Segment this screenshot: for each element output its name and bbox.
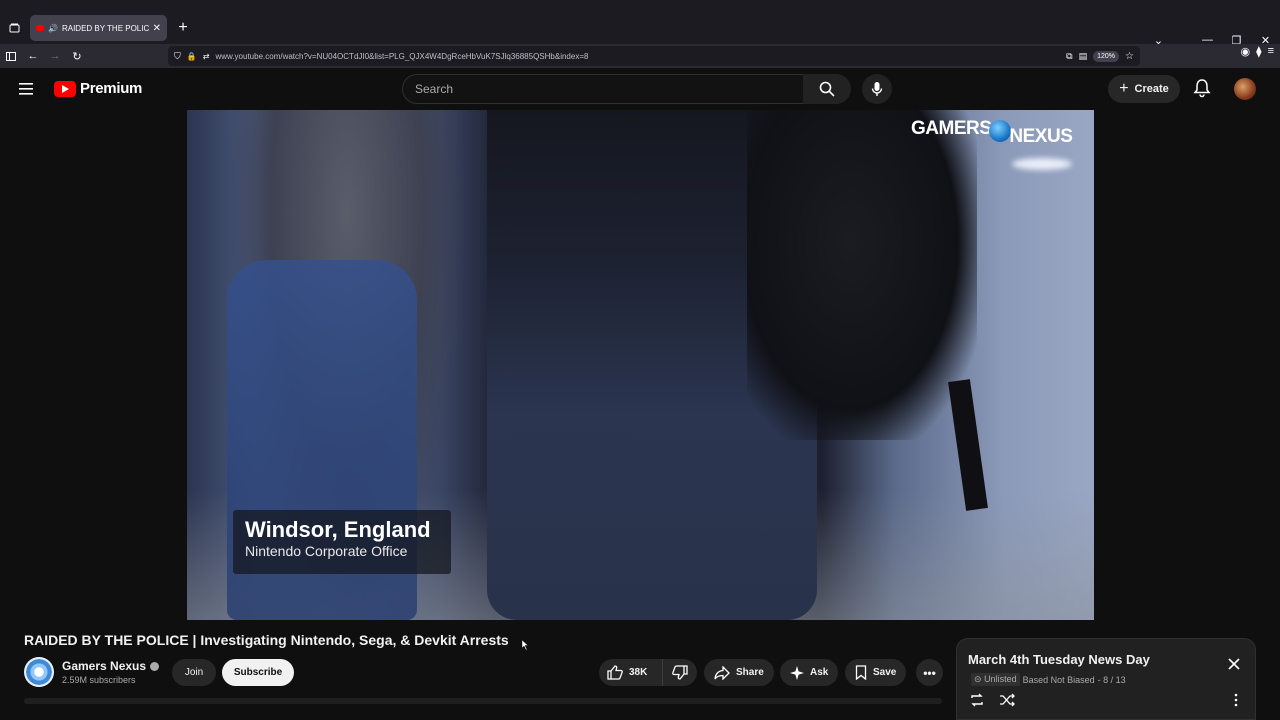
playlist-owner[interactable]: Based Not Biased [1023,675,1095,685]
location-title: Windsor, England [245,517,431,542]
user-avatar[interactable] [1234,78,1256,100]
thumbs-down-icon [672,665,688,680]
youtube-favicon-icon [36,25,44,31]
window-top-strip [0,0,1280,12]
channel-avatar[interactable] [24,657,54,687]
create-label: Create [1134,83,1169,95]
save-button[interactable]: Save [845,659,907,686]
plus-icon: + [1119,80,1129,97]
sparkle-icon [790,665,804,680]
search-input[interactable] [415,82,803,96]
tab-title: RAIDED BY THE POLICE | In [61,23,149,33]
toolbar-right: ◉ ⧫ ≡ [1241,45,1274,58]
shuffle-icon[interactable] [999,693,1015,707]
forward-button[interactable]: → [44,45,66,67]
logo-text: Premium [80,80,143,97]
youtube-premium-logo[interactable]: Premium [54,80,142,97]
shield-icon[interactable]: ⛉ [174,51,181,62]
tab-list-icon [9,23,19,33]
url-bar[interactable]: ⛉ 🔒 ⇄ www.youtube.com/watch?v=NU04OCTdJI… [168,46,1140,66]
video-player[interactable]: GAMERS NEXUS Windsor, England Nintendo C… [187,110,1094,620]
thumbs-up-icon [607,665,623,680]
dislike-button[interactable] [663,659,697,686]
location-caption: Windsor, England Nintendo Corporate Offi… [233,510,451,574]
permissions-icon[interactable]: ⇄ [203,52,210,61]
zoom-level[interactable]: 120% [1093,50,1120,62]
playlist-panel: March 4th Tuesday News Day ⊝ Unlisted Ba… [956,638,1256,720]
share-icon [714,665,730,680]
back-button[interactable]: ← [22,45,44,67]
youtube-play-logo-icon [54,80,76,97]
subscriber-count: 2.59M subscribers [62,675,136,685]
unlisted-badge: ⊝ Unlisted [971,673,1020,686]
share-label: Share [736,667,764,678]
search-icon [819,81,835,97]
close-tab-icon[interactable]: ✕ [153,23,161,34]
ask-label: Ask [810,667,829,678]
like-dislike-group: 38K [599,659,697,686]
voice-search-button[interactable] [862,74,892,104]
reader-view-icon[interactable]: ▤ [1079,51,1088,62]
microphone-icon [871,82,883,96]
playlist-position: - 8 / 13 [1097,674,1126,685]
gamers-nexus-watermark: GAMERS NEXUS [911,118,1073,147]
app-menu-icon[interactable]: ≡ [1268,45,1274,58]
active-tab[interactable]: 🔊 RAIDED BY THE POLICE | In ✕ [30,15,167,41]
create-button[interactable]: + Create [1108,75,1180,103]
subscribe-button[interactable]: Subscribe [222,659,294,686]
youtube-header: Premium + Create [0,68,1280,110]
new-tab-button[interactable]: + [175,19,191,37]
like-count: 38K [629,667,648,678]
lock-icon[interactable]: 🔒 [187,52,197,61]
watermark-text-2: NEXUS [1009,126,1073,147]
share-button[interactable]: Share [704,659,774,686]
hamburger-menu-icon[interactable] [18,80,36,98]
playlist-meta: ⊝ Unlisted Based Not Biased - 8 / 13 [971,673,1126,686]
search-button[interactable] [803,74,851,104]
search-box[interactable] [402,74,804,104]
mouse-cursor-icon [522,640,528,650]
bookmark-star-icon[interactable]: ☆ [1125,51,1134,62]
like-button[interactable]: 38K [599,659,663,686]
navigation-bar: ← → ↻ ⛉ 🔒 ⇄ www.youtube.com/watch?v=NU04… [0,44,1280,68]
playlist-more-icon[interactable] [1233,693,1239,707]
speaker-icon[interactable]: 🔊 [48,24,58,33]
url-text[interactable]: www.youtube.com/watch?v=NU04OCTdJI0&list… [215,52,1060,61]
join-button[interactable]: Join [172,659,216,686]
tab-bar: 🔊 RAIDED BY THE POLICE | In ✕ + ⌄ — ❐ ✕ [0,12,1280,47]
location-subtitle: Nintendo Corporate Office [245,543,408,559]
sidebar-toggle-icon[interactable] [0,45,22,67]
translate-icon[interactable]: ⧉ [1066,51,1072,62]
globe-logo-icon [989,120,1012,142]
video-title: RAIDED BY THE POLICE | Investigating Nin… [24,632,509,648]
save-label: Save [873,667,897,678]
account-icon[interactable]: ◉ [1241,45,1251,58]
visibility-label: Unlisted [984,674,1017,684]
tab-list-button[interactable] [2,16,26,40]
loop-playlist-icon[interactable] [969,693,985,707]
ask-button[interactable]: Ask [780,659,839,686]
link-icon: ⊝ [974,674,982,684]
playlist-title[interactable]: March 4th Tuesday News Day [968,652,1150,667]
close-playlist-icon[interactable] [1227,657,1241,671]
channel-name[interactable]: Gamers Nexus [62,659,146,673]
reload-button[interactable]: ↻ [66,45,88,67]
channel-name-row[interactable]: Gamers Nexus [62,659,160,673]
more-actions-button[interactable]: ••• [916,659,943,686]
bookmark-icon [855,665,867,680]
watermark-text-1: GAMERS [911,118,992,139]
description-box-edge[interactable] [24,698,942,704]
notifications-bell-icon[interactable] [1192,78,1212,98]
extensions-icon[interactable]: ⧫ [1256,45,1261,58]
verified-badge-icon [150,661,160,671]
